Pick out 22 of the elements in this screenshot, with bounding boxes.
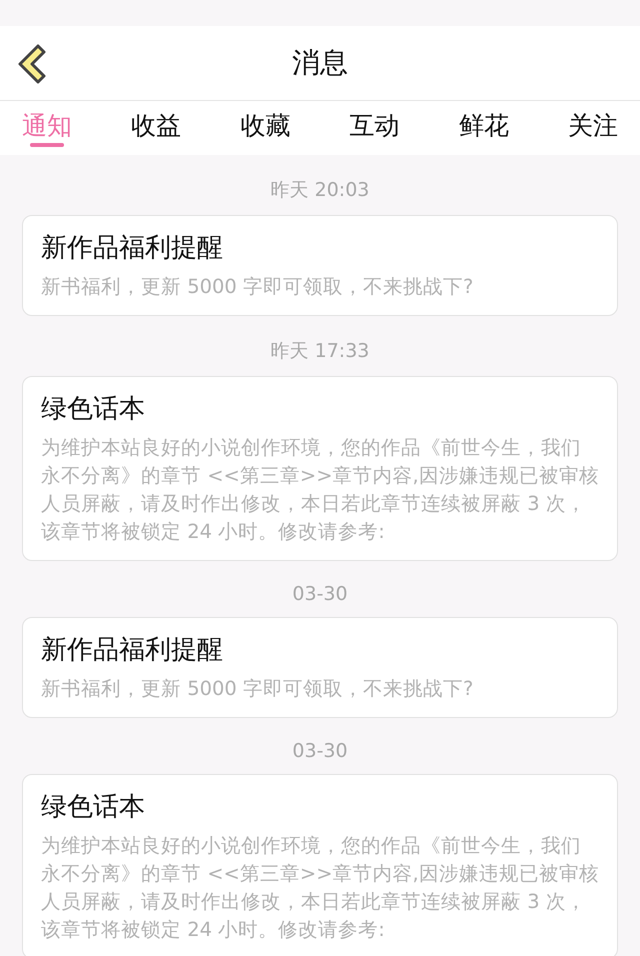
message-title: 绿色话本 <box>41 791 146 824</box>
message-card[interactable]: 新作品福利提醒 新书福利，更新 5000 字即可领取，不来挑战下? <box>22 215 618 316</box>
message-time: 03-30 <box>291 739 349 764</box>
message-text: 为维护本站良好的小说创作环境，您的作品《前世今生，我们永不分离》的章节 <<第三章>>章节内容,因涉嫌违规已被审核人员屏蔽，请及时作出修改，本日若此章节连续被屏蔽 3 次，该章节将被锁定 24 小时。修改请参考: <box>41 435 599 545</box>
message-card[interactable]: 新作品福利提醒 新书福利，更新 5000 字即可领取，不来挑战下? <box>22 617 618 718</box>
message-card[interactable]: 绿色话本 为维护本站良好的小说创作环境，您的作品《前世今生，我们永不分离》的章节 <<第三章>>章节内容,因涉嫌违规已被审核人员屏蔽，请及时作出修改，本日若此章节连续被屏蔽 3 次，该章节将被锁定 24 小时。修改请参考: <box>22 376 618 561</box>
message-text: 新书福利，更新 5000 字即可领取，不来挑战下? <box>41 676 474 702</box>
tab[interactable]: 收藏 <box>240 101 290 151</box>
tab[interactable]: 关注 <box>568 101 618 151</box>
tab[interactable]: 互动 <box>350 101 400 151</box>
message-title: 新作品福利提醒 <box>41 232 224 265</box>
message-text: 新书福利，更新 5000 字即可领取，不来挑战下? <box>41 274 474 300</box>
message-time: 昨天 20:03 <box>270 178 370 203</box>
message-card[interactable]: 绿色话本 为维护本站良好的小说创作环境，您的作品《前世今生，我们永不分离》的章节 <<第三章>>章节内容,因涉嫌违规已被审核人员屏蔽，请及时作出修改，本日若此章节连续被屏蔽 3 次，该章节将被锁定 24 小时。修改请参考: <box>22 774 618 956</box>
message-title: 新作品福利提醒 <box>41 634 224 667</box>
page-title: 消息 <box>292 45 348 81</box>
message-time: 03-30 <box>291 582 349 607</box>
message-title: 绿色话本 <box>41 393 146 426</box>
tab[interactable]: 鲜花 <box>458 101 509 151</box>
message-text: 为维护本站良好的小说创作环境，您的作品《前世今生，我们永不分离》的章节 <<第三章>>章节内容,因涉嫌违规已被审核人员屏蔽，请及时作出修改，本日若此章节连续被屏蔽 3 次，该章节将被锁定 24 小时。修改请参考: <box>41 833 599 943</box>
tab[interactable]: 收益 <box>131 101 182 151</box>
message-time: 昨天 17:33 <box>270 339 370 364</box>
